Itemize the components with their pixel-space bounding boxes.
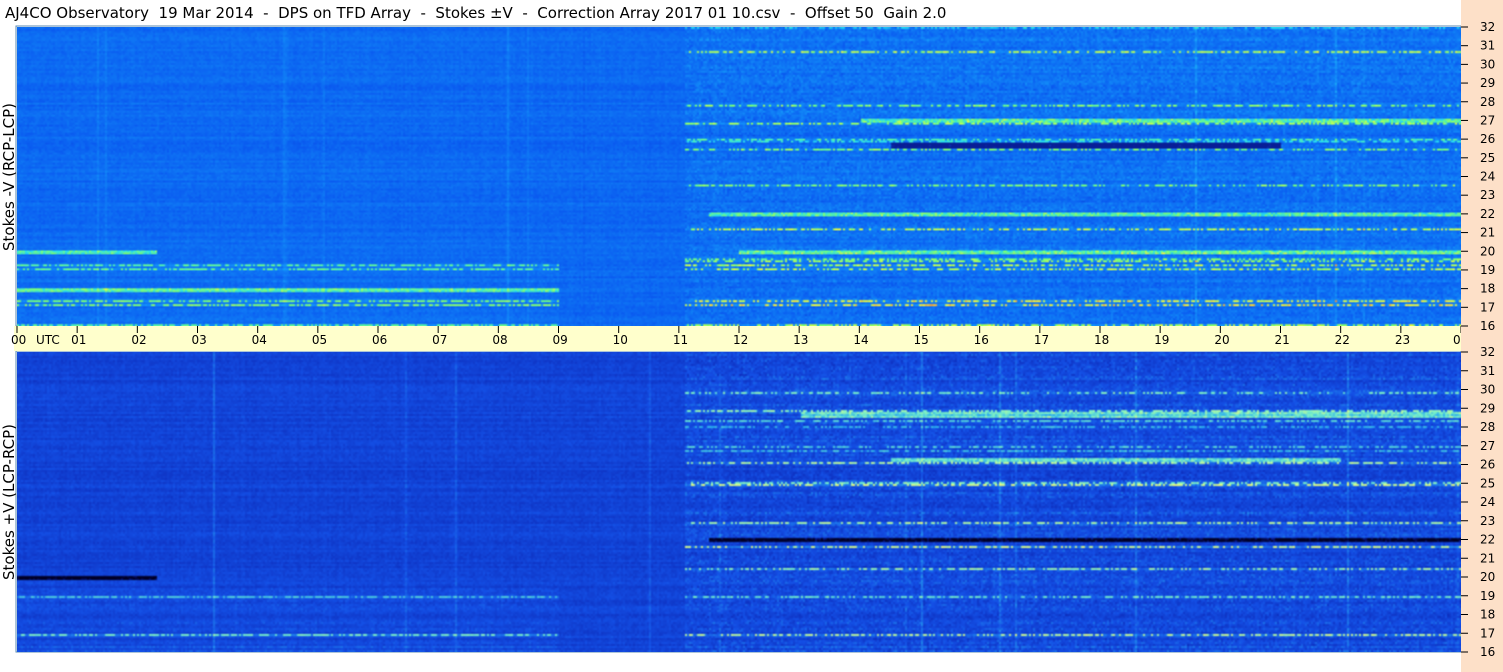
time-tick-label: 06	[372, 333, 387, 347]
freq-tick-label: 23	[1480, 188, 1495, 202]
freq-tick-label: 22	[1480, 207, 1495, 221]
time-tick-label: 13	[793, 333, 808, 347]
freq-tick-label: 17	[1480, 626, 1495, 640]
freq-tick-label: 17	[1480, 300, 1495, 314]
time-tick-label: 23	[1395, 333, 1410, 347]
freq-tick-label: 16	[1480, 645, 1495, 659]
freq-tick-label: 32	[1480, 345, 1495, 359]
freq-tick-label: 25	[1480, 476, 1495, 490]
time-tick-label: 08	[492, 333, 507, 347]
panel-stokes-plus-v	[15, 350, 1462, 653]
freq-tick-label: 24	[1480, 170, 1495, 184]
freq-tick-label: 26	[1480, 132, 1495, 146]
time-tick-label: 10	[613, 333, 628, 347]
freq-tick-label: 19	[1480, 589, 1495, 603]
freq-tick-label: 16	[1480, 319, 1495, 333]
freq-tick-label: 30	[1480, 57, 1495, 71]
panel-top-heatmap	[17, 27, 1461, 326]
freq-tick-label: 32	[1480, 20, 1495, 34]
time-tick-label: 17	[1034, 333, 1049, 347]
freq-tick-label: 31	[1480, 364, 1495, 378]
freq-tick-label: 29	[1480, 76, 1495, 90]
freq-tick-label: 21	[1480, 551, 1495, 565]
time-tick-label: 22	[1335, 333, 1350, 347]
time-tick-label: 11	[673, 333, 688, 347]
panel-top-label: Stokes -V (RCP-LCP)	[0, 102, 18, 251]
time-tick-label: 15	[914, 333, 929, 347]
spectrogram-chart: 00 01 02 03 04 05 06 07 08 09 10 11 12 13 14 15 16 17 18 19…	[11, 0, 1503, 672]
freq-tick-label: 29	[1480, 401, 1495, 415]
freq-tick-label: 18	[1480, 282, 1495, 296]
time-tick-label: 18	[1094, 333, 1109, 347]
freq-tick-label: 24	[1480, 495, 1495, 509]
time-tick-label: 09	[553, 333, 568, 347]
time-unit-label: UTC	[36, 333, 60, 347]
time-tick-label: 02	[131, 333, 146, 347]
freq-tick-label: 27	[1480, 439, 1495, 453]
panel-bottom-heatmap	[17, 352, 1461, 652]
freq-tick-label: 30	[1480, 383, 1495, 397]
freq-tick-label: 21	[1480, 226, 1495, 240]
panel-bottom-label: Stokes +V (LCP-RCP)	[0, 424, 18, 580]
time-tick-label: 05	[312, 333, 327, 347]
time-tick-label: 01	[71, 333, 86, 347]
freq-tick-label: 28	[1480, 420, 1495, 434]
freq-tick-label: 27	[1480, 113, 1495, 127]
time-tick-label: 21	[1275, 333, 1290, 347]
time-tick-label: 16	[974, 333, 989, 347]
time-tick-label: 12	[733, 333, 748, 347]
time-tick-label: 00	[11, 333, 26, 347]
freq-tick-label: 20	[1480, 244, 1495, 258]
freq-tick-label: 28	[1480, 95, 1495, 109]
freq-tick-label: 25	[1480, 151, 1495, 165]
freq-tick-label: 23	[1480, 514, 1495, 528]
freq-tick-label: 18	[1480, 608, 1495, 622]
time-tick-label: 14	[853, 333, 868, 347]
freq-tick-label: 22	[1480, 533, 1495, 547]
time-tick-label: 19	[1154, 333, 1169, 347]
freq-tick-label: 31	[1480, 39, 1495, 53]
panel-stokes-minus-v	[15, 25, 1462, 327]
time-tick-label: 20	[1214, 333, 1229, 347]
time-tick-label: 04	[252, 333, 267, 347]
freq-tick-label: 20	[1480, 570, 1495, 584]
freq-tick-label: 26	[1480, 458, 1495, 472]
time-tick-label: 07	[432, 333, 447, 347]
freq-tick-label: 19	[1480, 263, 1495, 277]
time-tick-label: 03	[192, 333, 207, 347]
